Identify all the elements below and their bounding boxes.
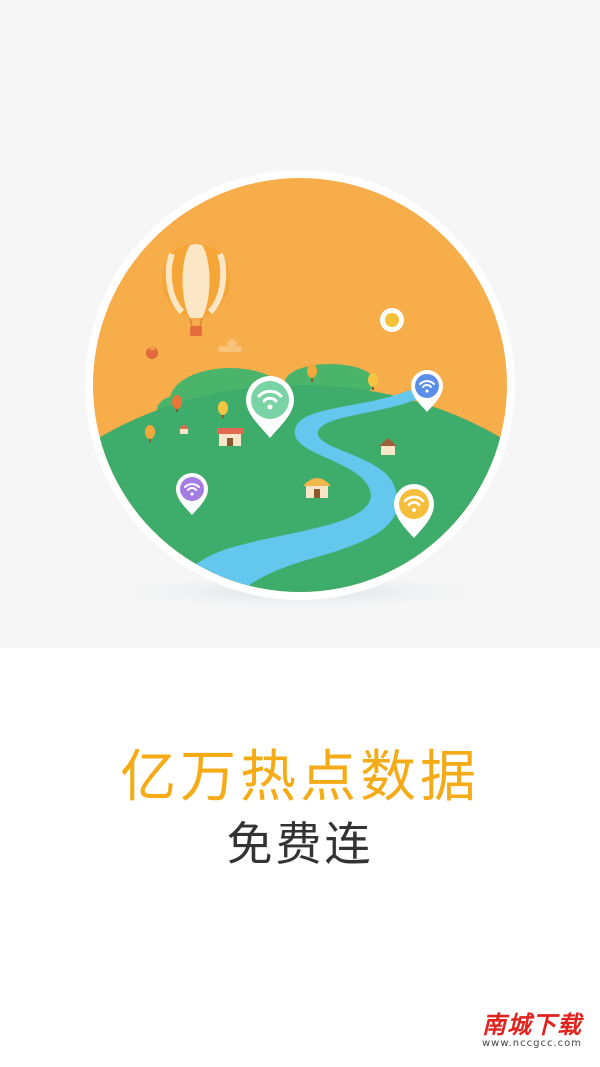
site-watermark: 南城下载 www.nccgcc.com bbox=[482, 1012, 582, 1049]
sun-icon bbox=[380, 308, 404, 332]
headline-text: 亿万热点数据 bbox=[120, 745, 480, 810]
watermark-title: 南城下载 bbox=[482, 1012, 582, 1038]
hero-section bbox=[0, 0, 600, 648]
subline-text: 免费连 bbox=[226, 817, 374, 871]
watermark-url: www.nccgcc.com bbox=[481, 1038, 582, 1049]
globe-illustration bbox=[85, 170, 515, 610]
watermark-title-text: 南城下载 bbox=[481, 1011, 582, 1039]
house-icon bbox=[217, 428, 243, 446]
